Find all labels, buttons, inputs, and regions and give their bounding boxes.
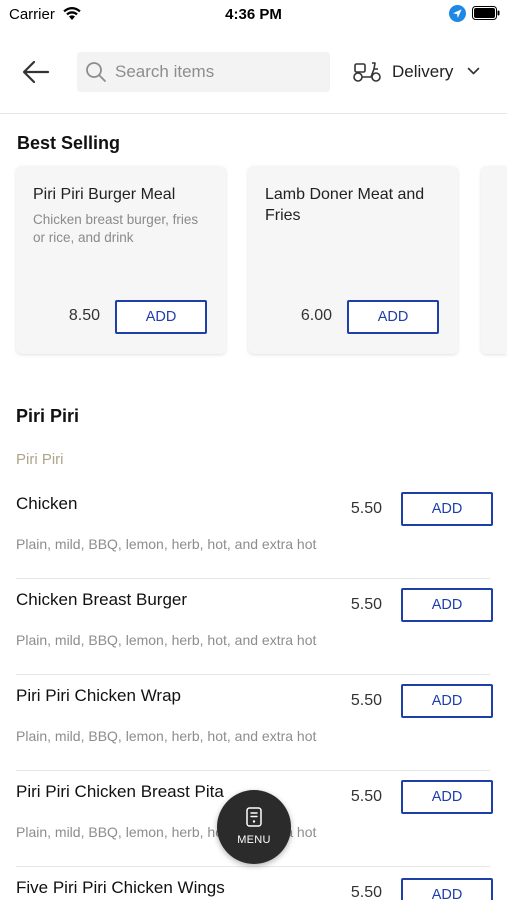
best-selling-card-partial[interactable] — [481, 166, 507, 354]
search-icon — [86, 62, 106, 82]
menu-book-icon — [246, 807, 262, 827]
location-icon — [449, 5, 466, 22]
menu-button[interactable]: MENU — [217, 790, 291, 864]
item-price: 5.50 — [350, 692, 382, 709]
category-title: Piri Piri — [16, 406, 80, 426]
menu-item-row[interactable]: Chicken Breast Burger Plain, mild, BBQ, … — [0, 588, 507, 686]
menu-item-row[interactable]: Five Piri Piri Chicken Wings 5.50 ADD — [0, 878, 507, 900]
item-price: 5.50 — [350, 884, 382, 900]
item-description: Plain, mild, BBQ, lemon, herb, hot, and … — [16, 728, 317, 744]
add-button[interactable]: ADD — [401, 588, 493, 622]
item-price: 5.50 — [350, 788, 382, 805]
item-description: Plain, mild, BBQ, lemon, herb, hot, and … — [16, 632, 317, 648]
add-button[interactable]: ADD — [401, 878, 493, 900]
card-item-description: Chicken breast burger, fries or rice, an… — [33, 212, 199, 245]
menu-item-row[interactable]: Piri Piri Chicken Wrap Plain, mild, BBQ,… — [0, 684, 507, 782]
item-name: Chicken — [16, 494, 78, 513]
scooter-icon — [353, 62, 381, 82]
item-price: 5.50 — [350, 596, 382, 613]
back-arrow-icon[interactable] — [20, 58, 52, 86]
item-description: Plain, mild, BBQ, lemon, herb, hot, and … — [16, 536, 317, 552]
divider — [16, 866, 490, 867]
item-name: Piri Piri Chicken Breast Pita — [16, 782, 224, 801]
menu-button-label: MENU — [237, 834, 271, 846]
battery-icon — [472, 6, 500, 20]
add-button[interactable]: ADD — [401, 492, 493, 526]
item-name: Piri Piri Chicken Wrap — [16, 686, 182, 705]
delivery-label: Delivery — [392, 62, 454, 81]
best-selling-card[interactable]: Piri Piri Burger Meal Chicken breast bur… — [16, 166, 226, 354]
item-name: Five Piri Piri Chicken Wings — [16, 878, 225, 897]
card-item-name: Lamb Doner Meat and Fries — [265, 186, 425, 224]
search-bar[interactable] — [77, 52, 330, 92]
add-button[interactable]: ADD — [401, 780, 493, 814]
divider — [16, 770, 490, 771]
menu-item-row[interactable]: Chicken Plain, mild, BBQ, lemon, herb, h… — [0, 492, 507, 590]
add-button[interactable]: ADD — [347, 300, 439, 334]
item-price: 5.50 — [350, 500, 382, 517]
best-selling-card[interactable]: Lamb Doner Meat and Fries 6.00 ADD — [248, 166, 458, 354]
app-header: Delivery — [0, 30, 507, 114]
best-selling-title: Best Selling — [17, 133, 121, 153]
card-item-price: 6.00 — [300, 307, 332, 324]
card-item-name: Piri Piri Burger Meal — [33, 186, 176, 203]
status-bar: Carrier 4:36 PM — [0, 0, 507, 30]
add-button[interactable]: ADD — [401, 684, 493, 718]
add-button[interactable]: ADD — [115, 300, 207, 334]
search-input[interactable] — [115, 52, 325, 92]
divider — [16, 674, 490, 675]
card-item-price: 8.50 — [68, 307, 100, 324]
delivery-selector[interactable]: Delivery — [350, 56, 490, 88]
clock: 4:36 PM — [225, 6, 282, 23]
chevron-down-icon — [467, 67, 480, 75]
divider — [16, 578, 490, 579]
subcategory-label: Piri Piri — [16, 451, 64, 468]
item-name: Chicken Breast Burger — [16, 590, 188, 609]
